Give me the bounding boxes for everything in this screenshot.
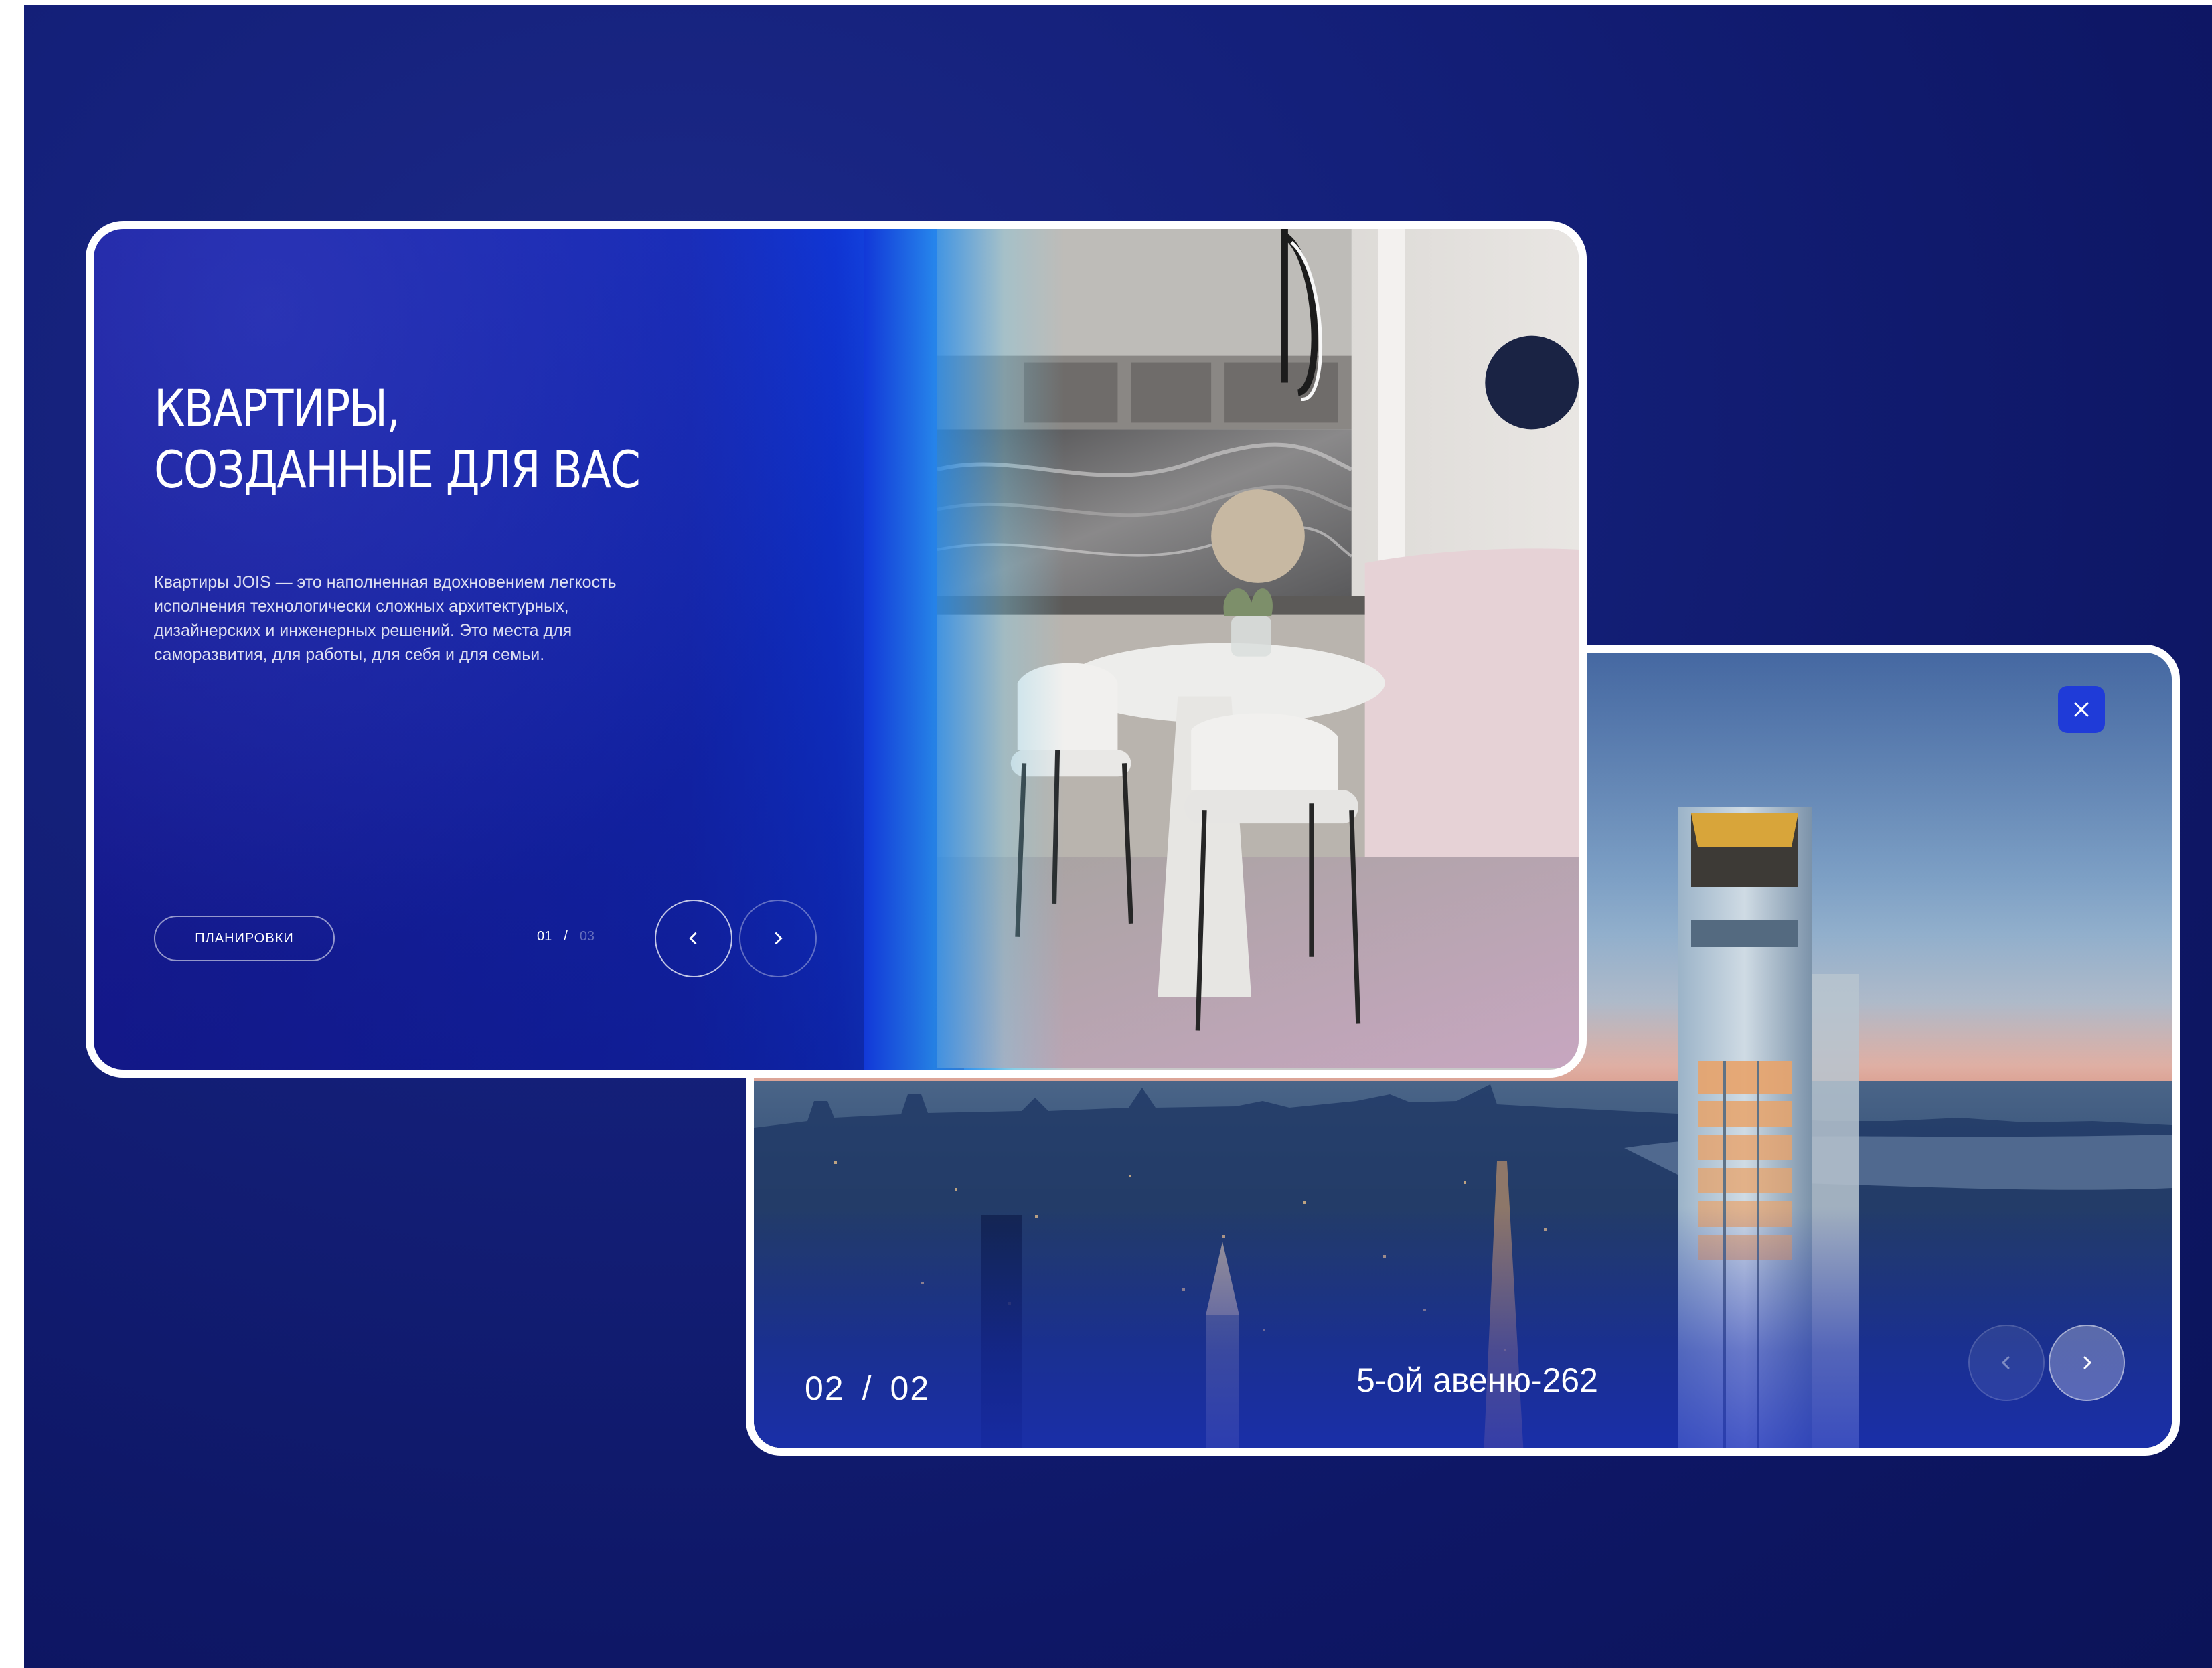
prev-slide-button[interactable] (1968, 1325, 2045, 1401)
chevron-right-icon (2083, 1356, 2092, 1369)
page-background: 02 / 02 5-ой авеню-262 КВАРТИРЫ, СОЗДАННЫЕ… (24, 5, 2212, 1668)
next-slide-button-main[interactable] (739, 900, 817, 977)
slide-counter-main: 01 / 03 (537, 929, 595, 944)
close-button[interactable] (2058, 686, 2105, 733)
headline-line-1: КВАРТИРЫ, (154, 378, 400, 438)
chevron-right-icon (775, 932, 783, 944)
prev-slide-button-main[interactable] (655, 900, 732, 977)
chevron-left-icon (689, 932, 697, 944)
chevron-left-icon (2001, 1356, 2010, 1369)
image-blend (864, 229, 1064, 1070)
counter-total: 02 (890, 1369, 931, 1407)
bottom-overlay (754, 1207, 2172, 1448)
counter-separator: / (564, 929, 568, 944)
apartments-slide-card: КВАРТИРЫ, СОЗДАННЫЕ ДЛЯ ВАС Квартиры JOI… (86, 221, 1587, 1078)
description-text: Квартиры JOIS — это наполненная вдохнове… (154, 573, 617, 664)
headline-line-2: СОЗДАННЫЕ ДЛЯ ВАС (154, 440, 641, 499)
counter-separator: / (862, 1369, 873, 1407)
counter-current: 01 (537, 929, 552, 944)
page-title: КВАРТИРЫ, СОЗДАННЫЕ ДЛЯ ВАС (154, 378, 641, 501)
slide-title: 5-ой авеню-262 (1356, 1361, 1598, 1399)
slide-counter: 02 / 02 (805, 1369, 930, 1408)
plans-button[interactable]: ПЛАНИРОВКИ (154, 916, 335, 961)
next-slide-button[interactable] (2049, 1325, 2125, 1401)
counter-total: 03 (579, 929, 595, 944)
close-icon (2074, 702, 2089, 717)
counter-current: 02 (805, 1369, 845, 1407)
